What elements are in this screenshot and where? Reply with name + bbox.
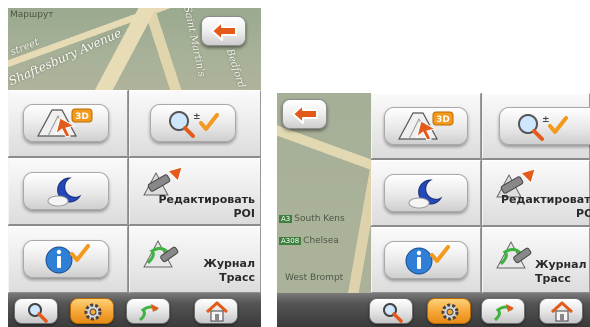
night-mode-tile[interactable] — [371, 160, 481, 226]
street-name: Chelsea — [303, 236, 339, 246]
street-label: A308 Chelsea — [279, 236, 339, 246]
zoom-confirm-button[interactable]: ± — [150, 104, 236, 142]
route-icon — [138, 304, 159, 322]
road-badge: A3 — [279, 215, 293, 223]
svg-text:±: ± — [542, 115, 550, 125]
3d-badge: 3D — [436, 115, 450, 125]
view-3d-button[interactable]: 3D — [384, 107, 468, 145]
search-button[interactable] — [369, 298, 413, 324]
view-3d-button[interactable]: 3D — [23, 104, 109, 142]
track-log-tile[interactable]: Журнал Трасс — [482, 227, 590, 293]
track-log-tile[interactable]: Журнал Трасс — [129, 226, 261, 293]
menu-grid: 3D ± — [371, 93, 590, 293]
edit-poi-tile[interactable]: Редактировать POI — [129, 158, 261, 225]
street-label: street — [9, 36, 41, 59]
right-screen: A3 South Kens A308 Chelsea West Brompt 3D — [277, 93, 590, 327]
track-log-label-line2: Трасс — [535, 272, 571, 285]
3d-badge: 3D — [75, 112, 89, 122]
settings-gear-icon — [441, 303, 459, 321]
edit-poi-label-line2: POI — [576, 207, 590, 220]
track-log-label: Журнал Трасс — [203, 257, 255, 285]
route-button[interactable] — [126, 298, 170, 324]
track-log-label: Журнал Трасс — [535, 258, 587, 286]
zoom-check-icon: ± — [518, 114, 568, 141]
left-screen: Маршрут street Shaftesbury Avenue Saint … — [8, 8, 261, 327]
track-log-icon — [496, 240, 532, 269]
view-3d-tile[interactable]: 3D — [371, 93, 481, 159]
edit-poi-label-line1: Редактировать — [501, 193, 590, 206]
info-tile[interactable] — [371, 227, 481, 293]
edit-poi-label-line2: POI — [233, 207, 255, 220]
svg-text:±: ± — [193, 112, 201, 122]
search-button[interactable] — [14, 298, 58, 324]
map-label: Маршрут — [10, 10, 54, 20]
street-label: A3 South Kens — [279, 214, 345, 224]
info-tile[interactable] — [8, 226, 128, 293]
settings-button[interactable] — [70, 298, 114, 324]
night-mode-button[interactable] — [23, 172, 109, 210]
back-button[interactable] — [201, 16, 246, 46]
road-badge: A308 — [279, 237, 302, 245]
moon-night-icon — [47, 177, 82, 207]
home-icon — [205, 301, 229, 322]
info-button[interactable] — [23, 240, 109, 278]
search-icon — [383, 303, 403, 323]
view-3d-tile[interactable]: 3D — [8, 90, 128, 157]
street-name: South Kens — [294, 214, 345, 224]
3d-view-icon: 3D — [397, 111, 454, 141]
back-button[interactable] — [282, 99, 327, 129]
settings-gear-icon — [84, 303, 102, 321]
moon-night-icon — [408, 179, 443, 209]
zoom-confirm-tile[interactable]: ± — [129, 90, 261, 157]
street-label: Shaftesbury Avenue — [8, 25, 124, 89]
street-label: West Brompt — [285, 273, 344, 283]
edit-poi-tile[interactable]: Редактировать POI — [482, 160, 590, 226]
search-icon — [28, 303, 48, 323]
zoom-confirm-button[interactable]: ± — [499, 107, 590, 145]
home-icon — [550, 301, 574, 322]
night-mode-button[interactable] — [384, 174, 468, 212]
track-log-label-line1: Журнал — [535, 258, 587, 271]
bottom-toolbar — [277, 293, 590, 327]
info-check-icon — [45, 244, 90, 274]
route-button[interactable] — [481, 298, 525, 324]
zoom-confirm-tile[interactable]: ± — [482, 93, 590, 159]
night-mode-tile[interactable] — [8, 158, 128, 225]
edit-poi-label-line1: Редактировать — [158, 193, 255, 206]
track-log-icon — [143, 239, 179, 268]
3d-view-icon: 3D — [36, 108, 93, 138]
edit-poi-label: Редактировать POI — [501, 193, 590, 221]
zoom-check-icon: ± — [169, 111, 219, 138]
home-button[interactable] — [194, 298, 238, 324]
settings-button[interactable] — [427, 298, 471, 324]
route-icon — [493, 304, 514, 322]
info-check-icon — [405, 245, 450, 275]
info-button[interactable] — [384, 241, 468, 279]
back-arrow-icon — [292, 104, 318, 124]
edit-poi-label: Редактировать POI — [158, 193, 255, 221]
back-arrow-icon — [211, 21, 237, 41]
track-log-label-line2: Трасс — [219, 271, 255, 284]
menu-grid: 3D ± — [8, 90, 261, 293]
track-log-label-line1: Журнал — [203, 257, 255, 270]
bottom-toolbar — [8, 293, 261, 327]
home-button[interactable] — [539, 298, 583, 324]
street-label: Bedford — [223, 47, 247, 90]
